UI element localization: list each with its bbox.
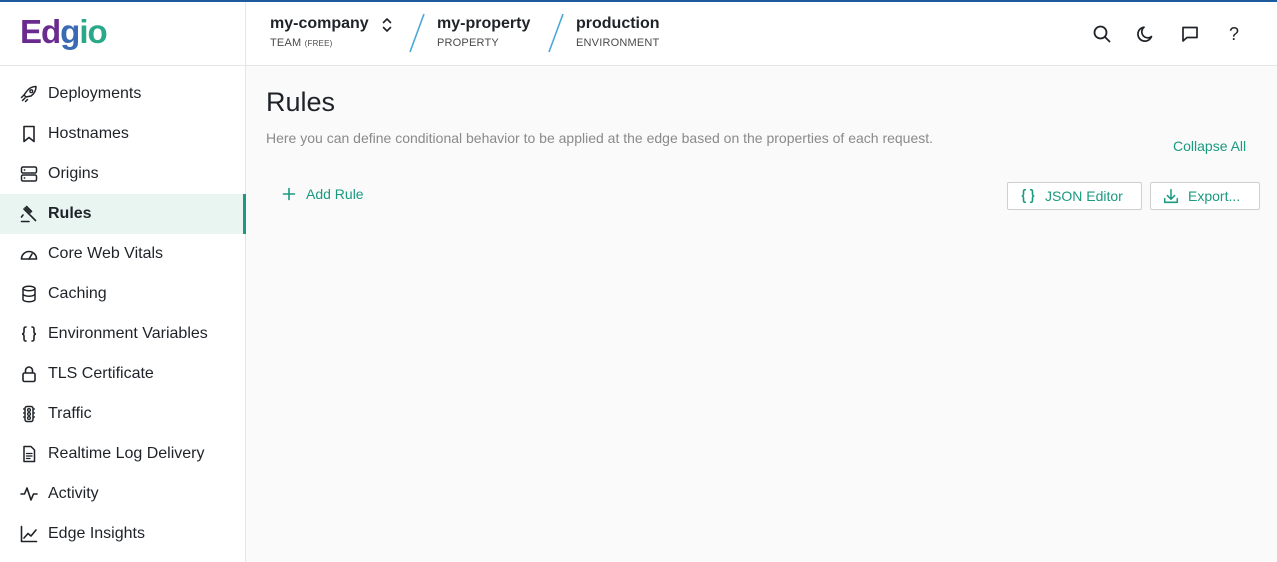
- braces-icon: [1019, 187, 1037, 205]
- moon-icon[interactable]: [1135, 23, 1157, 45]
- gauge-icon: [19, 244, 39, 264]
- database-icon: [19, 284, 39, 304]
- sidebar-item-tls-certificate[interactable]: TLS Certificate: [0, 354, 245, 394]
- json-editor-button[interactable]: JSON Editor: [1007, 182, 1142, 210]
- sidebar-item-caching[interactable]: Caching: [0, 274, 245, 314]
- page-description: Here you can define conditional behavior…: [266, 130, 934, 146]
- lock-icon: [19, 364, 39, 384]
- activity-icon: [19, 484, 39, 504]
- braces-icon: [19, 324, 39, 344]
- breadcrumb-property[interactable]: my-property PROPERTY: [437, 14, 530, 50]
- help-icon[interactable]: ?: [1223, 23, 1245, 45]
- property-label: PROPERTY: [437, 37, 499, 49]
- sidebar-item-environment-variables[interactable]: Environment Variables: [0, 314, 245, 354]
- sidebar-item-core-web-vitals[interactable]: Core Web Vitals: [0, 234, 245, 274]
- main-content: Rules Here you can define conditional be…: [246, 66, 1277, 562]
- breadcrumb-environment[interactable]: production ENVIRONMENT: [576, 14, 660, 50]
- sidebar-item-rules[interactable]: Rules: [0, 194, 246, 234]
- sidebar-item-deployments[interactable]: Deployments: [0, 74, 245, 114]
- chart-line-icon: [19, 524, 39, 544]
- download-icon: [1162, 187, 1180, 205]
- sidebar: Deployments Hostnames Origins Rules Core…: [0, 66, 246, 562]
- sidebar-item-origins[interactable]: Origins: [0, 154, 245, 194]
- chat-icon[interactable]: [1179, 23, 1201, 45]
- plus-icon: [282, 187, 296, 201]
- collapse-all-link[interactable]: Collapse All: [1173, 137, 1246, 155]
- edgio-logo[interactable]: Edgio: [20, 14, 108, 50]
- environment-name: production: [576, 15, 660, 32]
- sidebar-item-edge-insights[interactable]: Edge Insights: [0, 514, 245, 554]
- team-name: my-company: [270, 15, 369, 32]
- sidebar-item-traffic[interactable]: Traffic: [0, 394, 245, 434]
- sidebar-item-activity[interactable]: Activity: [0, 474, 245, 514]
- export-button[interactable]: Export...: [1150, 182, 1260, 210]
- rocket-icon: [19, 84, 39, 104]
- add-rule-button[interactable]: Add Rule: [282, 184, 364, 204]
- property-name: my-property: [437, 15, 531, 32]
- page-title: Rules: [266, 87, 336, 117]
- environment-label: ENVIRONMENT: [576, 37, 660, 49]
- document-icon: [19, 444, 39, 464]
- breadcrumb-separator: [409, 13, 425, 53]
- traffic-light-icon: [19, 404, 39, 424]
- bookmark-icon: [19, 124, 39, 144]
- logo-area: Edgio: [0, 2, 246, 66]
- search-icon[interactable]: [1091, 23, 1113, 45]
- gavel-icon: [19, 204, 39, 224]
- chevron-up-down-icon[interactable]: [381, 16, 393, 34]
- breadcrumb-team[interactable]: my-company TEAM (FREE): [270, 14, 369, 51]
- breadcrumb-separator: [548, 13, 564, 53]
- sidebar-item-realtime-log-delivery[interactable]: Realtime Log Delivery: [0, 434, 245, 474]
- app-header: Edgio my-company TEAM (FREE) my-property…: [0, 2, 1277, 66]
- sidebar-item-hostnames[interactable]: Hostnames: [0, 114, 245, 154]
- team-label: TEAM (FREE): [270, 37, 333, 49]
- server-icon: [19, 164, 39, 184]
